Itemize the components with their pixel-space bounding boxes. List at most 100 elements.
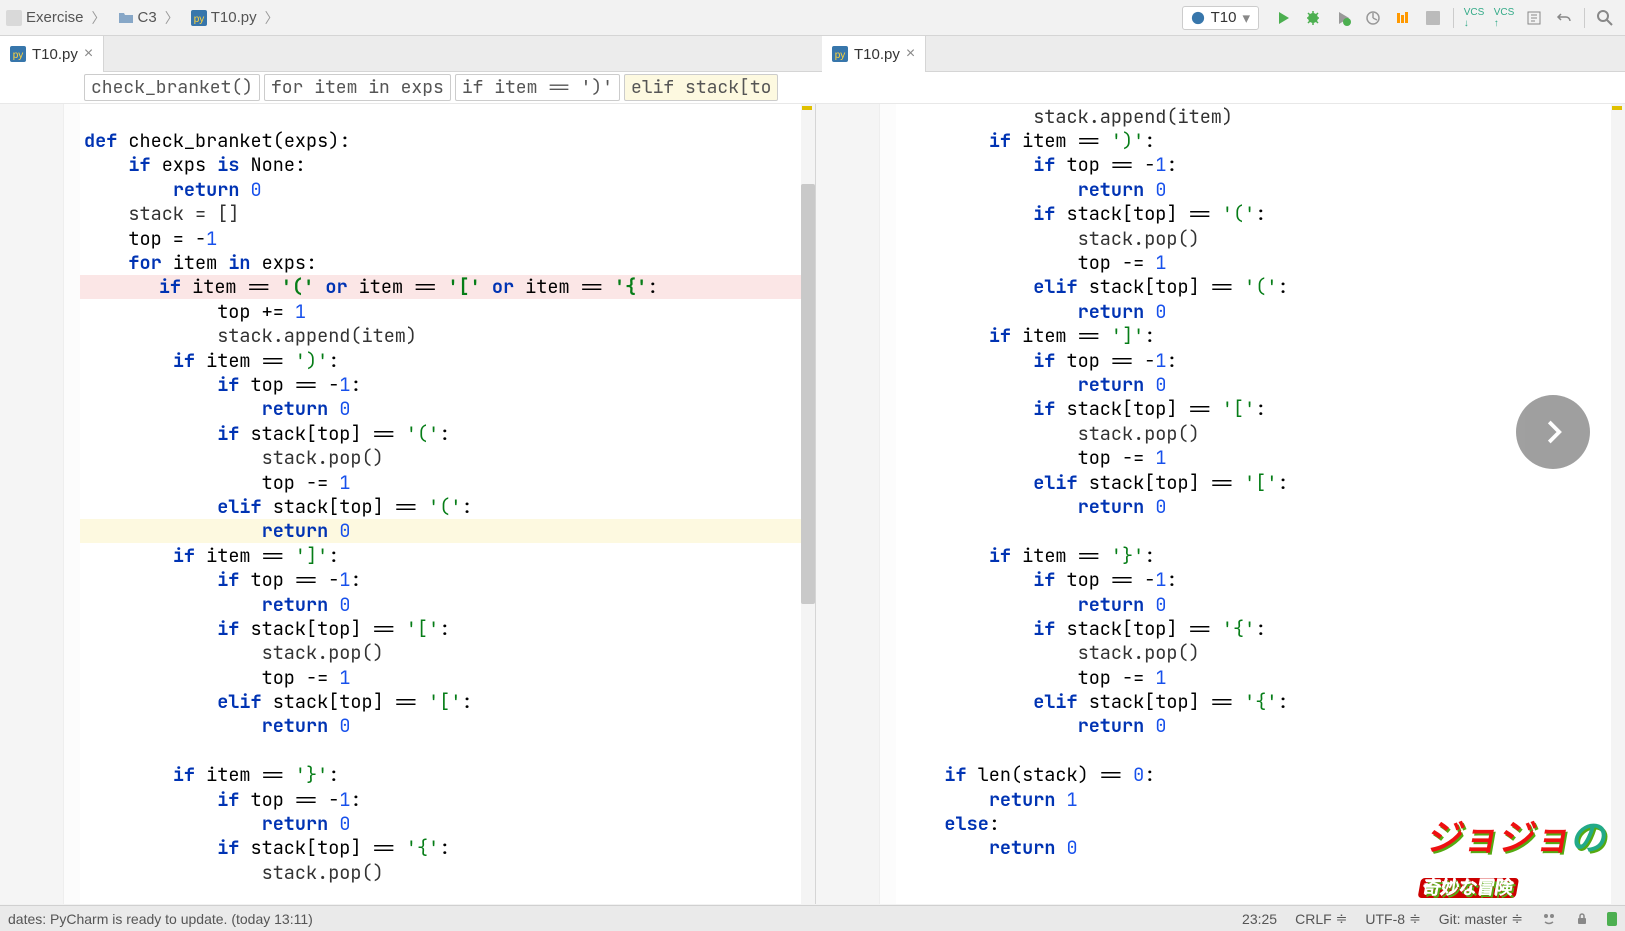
- vcs-history-button[interactable]: [1520, 4, 1548, 32]
- code-text[interactable]: if stack[top] == '{':: [896, 616, 1625, 641]
- code-line[interactable]: 14 top += 1: [0, 299, 815, 323]
- code-line[interactable]: 10 stack = []: [0, 202, 815, 226]
- code-text[interactable]: return 0: [80, 396, 815, 421]
- code-line[interactable]: 37 stack.pop(): [0, 860, 815, 884]
- breadcrumb-file[interactable]: py T10.py〉: [185, 0, 285, 35]
- scrollbar[interactable]: [1611, 104, 1625, 904]
- code-line[interactable]: 8 if exps is None:: [0, 153, 815, 177]
- stop-button[interactable]: [1419, 4, 1447, 32]
- code-line[interactable]: 21 top -= 1: [0, 470, 815, 494]
- code-line[interactable]: 19 if stack[top] == '(':: [0, 421, 815, 445]
- code-line[interactable]: 33 if item == '}':: [0, 763, 815, 787]
- code-text[interactable]: if top == -1:: [896, 152, 1625, 177]
- code-line[interactable]: 18 return 0: [0, 397, 815, 421]
- close-icon[interactable]: ×: [84, 45, 93, 63]
- code-line[interactable]: 22 elif stack[top] == '(':: [0, 494, 815, 518]
- memory-indicator[interactable]: [1607, 912, 1617, 926]
- code-line[interactable]: 34 if top == -1:: [0, 787, 815, 811]
- code-line[interactable]: 33 if item == '}':: [816, 543, 1625, 567]
- code-line[interactable]: 20 stack.pop(): [816, 226, 1625, 250]
- gutter[interactable]: [816, 104, 880, 904]
- vcs-update-button[interactable]: VCS↓: [1460, 4, 1488, 32]
- code-text[interactable]: if top == -1:: [80, 567, 815, 592]
- run-config-select[interactable]: T10 ▾: [1182, 6, 1259, 30]
- code-line[interactable]: 15 stack.append(item): [0, 324, 815, 348]
- code-line[interactable]: 32: [816, 519, 1625, 543]
- code-text[interactable]: return 0: [80, 811, 815, 836]
- code-text[interactable]: stack.pop(): [896, 226, 1625, 251]
- code-text[interactable]: stack.append(item): [80, 323, 815, 348]
- code-text[interactable]: top -= 1: [896, 665, 1625, 690]
- code-line[interactable]: 40 return 0: [816, 714, 1625, 738]
- code-crumb-for[interactable]: for item in exps: [264, 74, 451, 101]
- vcs-commit-button[interactable]: VCS↑: [1490, 4, 1518, 32]
- tab-left-file[interactable]: py T10.py ×: [0, 36, 104, 72]
- code-line[interactable]: 28 stack.pop(): [816, 421, 1625, 445]
- code-text[interactable]: if item == ')':: [80, 348, 815, 373]
- caret-position[interactable]: 23:25: [1242, 911, 1277, 927]
- profile-button[interactable]: [1359, 4, 1387, 32]
- code-line[interactable]: 15 stack.append(item): [816, 104, 1625, 128]
- code-text[interactable]: if stack[top] == '(':: [80, 421, 815, 446]
- scrollbar[interactable]: [801, 104, 815, 904]
- code-text[interactable]: if item == '(' or item == '[' or item ==…: [66, 274, 815, 299]
- code-line[interactable]: 27 if stack[top] == '[':: [0, 616, 815, 640]
- code-text[interactable]: top -= 1: [80, 665, 815, 690]
- code-line[interactable]: 16 if item == ')':: [0, 348, 815, 372]
- code-text[interactable]: return 0: [896, 713, 1625, 738]
- code-text[interactable]: stack.pop(): [80, 640, 815, 665]
- code-text[interactable]: if top == -1:: [896, 348, 1625, 373]
- code-text[interactable]: if item == ')':: [896, 128, 1625, 153]
- code-line[interactable]: 36 if stack[top] == '{':: [0, 836, 815, 860]
- code-text[interactable]: top += 1: [80, 299, 815, 324]
- code-line[interactable]: 30 elif stack[top] == '[':: [0, 689, 815, 713]
- code-text[interactable]: return 1: [896, 787, 1625, 812]
- debug-button[interactable]: [1299, 4, 1327, 32]
- code-text[interactable]: elif stack[top] == '[':: [896, 470, 1625, 495]
- line-separator[interactable]: CRLF≑: [1295, 910, 1347, 927]
- next-panel-button[interactable]: [1516, 395, 1590, 469]
- code-line[interactable]: 44 else:: [816, 811, 1625, 835]
- code-text[interactable]: return 0: [80, 713, 815, 738]
- code-text[interactable]: elif stack[top] == '{':: [896, 689, 1625, 714]
- code-line[interactable]: 21 top -= 1: [816, 250, 1625, 274]
- code-text[interactable]: if item == ']':: [80, 543, 815, 568]
- code-text[interactable]: top = -1: [80, 226, 815, 251]
- code-text[interactable]: return 0: [896, 372, 1625, 397]
- code-text[interactable]: return 0: [80, 518, 815, 543]
- code-line[interactable]: 45 return 0: [816, 836, 1625, 860]
- code-line[interactable]: 12 for item in exps:: [0, 250, 815, 274]
- code-line[interactable]: 9 return 0: [0, 177, 815, 201]
- fold-column[interactable]: [880, 104, 896, 904]
- code-text[interactable]: if top == -1:: [896, 567, 1625, 592]
- git-branch[interactable]: Git: master≑: [1439, 910, 1523, 927]
- code-line[interactable]: 29 top -= 1: [816, 445, 1625, 469]
- code-line[interactable]: 24 if item == ']':: [0, 543, 815, 567]
- code-line[interactable]: 13 if item == '(' or item == '[' or item…: [0, 275, 815, 299]
- code-line[interactable]: 32: [0, 738, 815, 762]
- code-text[interactable]: top -= 1: [896, 445, 1625, 470]
- code-line[interactable]: 25 if top == -1:: [0, 567, 815, 591]
- code-line[interactable]: 17 if top == -1:: [816, 153, 1625, 177]
- code-text[interactable]: if stack[top] == '[':: [896, 396, 1625, 421]
- code-line[interactable]: 16 if item == ')':: [816, 128, 1625, 152]
- code-text[interactable]: stack.append(item): [896, 104, 1625, 129]
- concurrency-button[interactable]: [1389, 4, 1417, 32]
- code-text[interactable]: if stack[top] == '(':: [896, 201, 1625, 226]
- lock-icon[interactable]: [1575, 912, 1589, 926]
- code-text[interactable]: if stack[top] == '{':: [80, 835, 815, 860]
- code-line[interactable]: 31 return 0: [0, 714, 815, 738]
- code-line[interactable]: 17 if top == -1:: [0, 372, 815, 396]
- code-line[interactable]: 22 elif stack[top] == '(':: [816, 275, 1625, 299]
- code-line[interactable]: 37 stack.pop(): [816, 641, 1625, 665]
- code-line[interactable]: 38 top -= 1: [816, 665, 1625, 689]
- code-line[interactable]: 6: [0, 104, 815, 128]
- encoding[interactable]: UTF-8≑: [1365, 910, 1420, 927]
- coverage-button[interactable]: [1329, 4, 1357, 32]
- gutter[interactable]: [0, 104, 64, 904]
- code-text[interactable]: if item == '}':: [80, 762, 815, 787]
- code-text[interactable]: for item in exps:: [80, 250, 815, 275]
- editor-left[interactable]: 67def check_branket(exps):8 if exps is N…: [0, 104, 816, 904]
- code-line[interactable]: 25 if top == -1:: [816, 348, 1625, 372]
- code-text[interactable]: if stack[top] == '[':: [80, 616, 815, 641]
